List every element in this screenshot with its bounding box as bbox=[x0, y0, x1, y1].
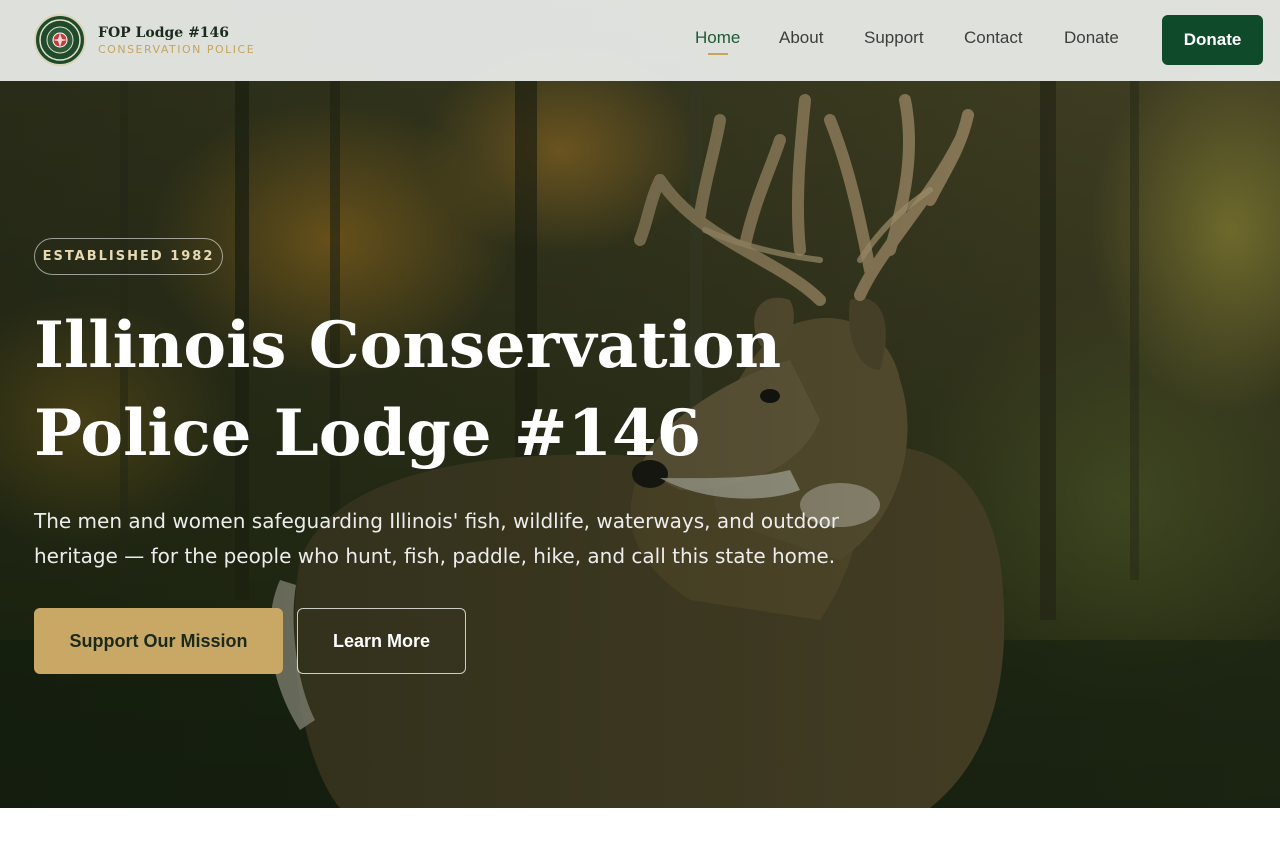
lodge-logo[interactable] bbox=[34, 14, 86, 66]
hero-title-line-2: Police Lodge #146 bbox=[34, 396, 702, 471]
learn-more-button[interactable]: Learn More bbox=[297, 608, 466, 674]
brand-name[interactable]: FOP Lodge #146 bbox=[98, 25, 229, 41]
badge-emblem-icon bbox=[39, 19, 81, 61]
donate-button[interactable]: Donate bbox=[1162, 15, 1263, 65]
hero-description: The men and women safeguarding Illinois'… bbox=[34, 509, 840, 568]
nav-contact[interactable]: Contact bbox=[964, 28, 1023, 48]
nav-support[interactable]: Support bbox=[864, 28, 924, 48]
brand-subtitle: CONSERVATION POLICE bbox=[98, 43, 256, 56]
established-badge: ESTABLISHED 1982 bbox=[34, 238, 223, 275]
site-header: FOP Lodge #146 CONSERVATION POLICE Home … bbox=[0, 0, 1280, 81]
nav-about[interactable]: About bbox=[779, 28, 823, 48]
nav-home[interactable]: Home bbox=[695, 28, 740, 48]
hero-title: Illinois Conservation Police Lodge #146 bbox=[34, 302, 794, 478]
hero-title-line-1: Illinois Conservation bbox=[34, 308, 782, 383]
nav-active-indicator bbox=[708, 53, 728, 55]
nav-donate[interactable]: Donate bbox=[1064, 28, 1119, 48]
support-mission-button[interactable]: Support Our Mission bbox=[34, 608, 283, 674]
